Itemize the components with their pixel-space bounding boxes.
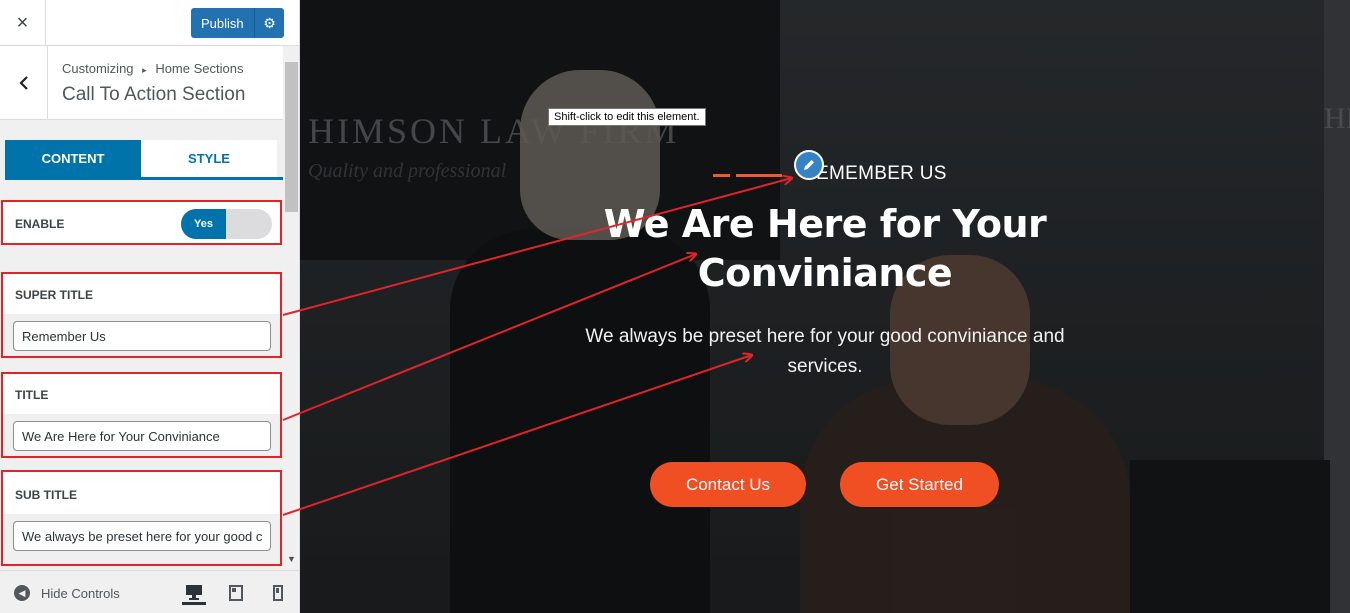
- scroll-down-icon[interactable]: ▼: [285, 554, 298, 566]
- super-title-dash: [713, 174, 730, 177]
- breadcrumb-root: Customizing: [62, 61, 134, 76]
- hide-controls-label: Hide Controls: [41, 585, 120, 601]
- sub-title-input[interactable]: [13, 521, 271, 551]
- contact-us-button[interactable]: Contact Us: [650, 462, 806, 507]
- enable-control: ENABLE Yes: [1, 200, 282, 245]
- publish-label: Publish: [201, 15, 244, 31]
- desktop-icon: [186, 584, 202, 600]
- tab-bar: CONTENT STYLE: [5, 140, 283, 180]
- title-label: TITLE: [15, 388, 49, 402]
- edit-shortcut-button[interactable]: [794, 150, 824, 180]
- back-button[interactable]: [0, 46, 48, 120]
- sub-title-label: SUB TITLE: [15, 488, 77, 502]
- site-preview[interactable]: HIMSON LAW FIRM Quality and professional…: [300, 0, 1350, 613]
- hero-title: We Are Here for Your Conviniance: [560, 200, 1090, 298]
- mobile-preview-button[interactable]: [266, 581, 290, 605]
- hide-controls-button[interactable]: ◀ Hide Controls: [14, 585, 120, 601]
- mobile-icon: [273, 585, 283, 601]
- close-icon[interactable]: ×: [0, 0, 46, 46]
- customizer-sidebar: × Publish ⚙ Customizing ▸ Home Sections …: [0, 0, 300, 613]
- customizer-footer: ◀ Hide Controls: [0, 570, 299, 613]
- title-input[interactable]: [13, 421, 271, 451]
- super-title-control: SUPER TITLE: [1, 272, 282, 358]
- section-title: Call To Action Section: [62, 84, 246, 105]
- customizer-topbar: × Publish ⚙: [0, 0, 299, 46]
- enable-toggle[interactable]: Yes: [181, 209, 272, 239]
- title-control: TITLE: [1, 372, 282, 458]
- pencil-icon: [804, 160, 814, 170]
- breadcrumb-parent: Home Sections: [155, 61, 244, 76]
- hero-overlay: [300, 0, 1350, 613]
- breadcrumb: Customizing ▸ Home Sections: [62, 61, 243, 76]
- edit-tooltip: Shift-click to edit this element.: [548, 108, 706, 126]
- hero-title-line-2: Conviniance: [697, 251, 953, 295]
- hero-subtitle-line-2: services.: [787, 356, 863, 377]
- section-header: Customizing ▸ Home Sections Call To Acti…: [0, 46, 283, 120]
- super-title-label: SUPER TITLE: [15, 288, 94, 302]
- tablet-preview-button[interactable]: [224, 581, 248, 605]
- hero-subtitle: We always be preset here for your good c…: [560, 322, 1090, 382]
- super-title-line: [736, 174, 782, 177]
- publish-button[interactable]: Publish ⚙: [191, 8, 284, 38]
- tab-content[interactable]: CONTENT: [5, 140, 141, 177]
- super-title-input[interactable]: [13, 321, 271, 351]
- hero-subtitle-line-1: We always be preset here for your good c…: [585, 326, 1065, 347]
- gear-icon[interactable]: ⚙: [254, 8, 284, 38]
- toggle-on-label: Yes: [181, 209, 226, 239]
- tablet-icon: [229, 585, 243, 601]
- sub-title-control: SUB TITLE: [1, 470, 282, 566]
- get-started-button[interactable]: Get Started: [840, 462, 999, 507]
- arrow-left-circle-icon: ◀: [14, 585, 30, 601]
- tab-style[interactable]: STYLE: [141, 140, 277, 177]
- enable-label: ENABLE: [15, 217, 65, 231]
- hero-title-line-1: We Are Here for Your: [603, 202, 1047, 246]
- chevron-left-icon: [18, 76, 28, 90]
- desktop-preview-button[interactable]: [182, 581, 206, 605]
- scrollbar-thumb[interactable]: [285, 62, 298, 212]
- breadcrumb-separator: ▸: [142, 65, 147, 75]
